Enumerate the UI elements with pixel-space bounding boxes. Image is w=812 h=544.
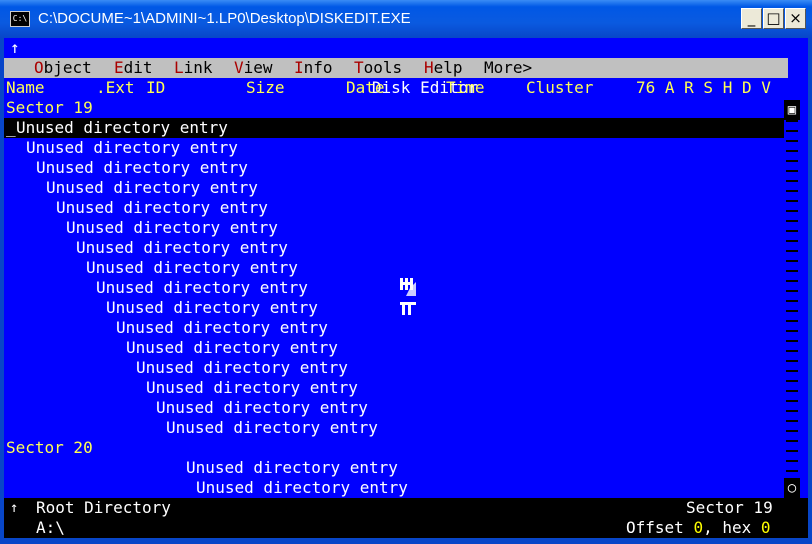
directory-entry-label: Unused directory entry [36, 158, 248, 177]
menu-info-label: nfo [303, 58, 333, 77]
menu-edit-hotkey: E [114, 58, 124, 77]
menu-edit[interactable]: Edit [114, 58, 153, 78]
menu-more[interactable]: More> [484, 58, 532, 78]
maximize-button[interactable]: □ [763, 8, 784, 29]
console-window: C:\ C:\DOCUME~1\ADMINI~1.LP0\Desktop\DIS… [0, 0, 812, 544]
status-offset: Offset 0, hex 0 [626, 518, 771, 538]
app-title-bar: ↑ Disk Editor [4, 38, 788, 97]
directory-entry-label: Unused directory entry [26, 138, 238, 157]
menu-more-label: More> [484, 58, 533, 77]
col-attributes: 76 A R S H D V [636, 78, 771, 97]
menu-link[interactable]: Link [174, 58, 213, 78]
col-ext: .Ext [96, 78, 135, 97]
directory-entry-selected[interactable]: _ Unused directory entry [4, 118, 784, 138]
col-date: Date [346, 78, 385, 97]
menu-bar: Object Edit Link View Info Tools Help Mo… [4, 58, 788, 78]
directory-entry-label: Unused directory entry [136, 358, 348, 377]
window-frame-bottom [0, 538, 812, 544]
minimize-button[interactable]: _ [741, 8, 762, 29]
col-id: ID [146, 78, 166, 97]
col-time: Time [446, 78, 485, 97]
directory-entry-label: Unused directory entry [196, 478, 408, 497]
hex-value: 0 [760, 518, 771, 537]
menu-view[interactable]: View [234, 58, 273, 78]
status-arrow-icon[interactable]: ↑ [10, 498, 18, 518]
menu-help-hotkey: H [424, 58, 434, 77]
menu-help-label: elp [433, 58, 463, 77]
menu-info-hotkey: I [294, 58, 304, 77]
menu-edit-label: dit [123, 58, 153, 77]
scroll-thumb-top[interactable]: ▣ [784, 100, 800, 120]
menu-info[interactable]: Info [294, 58, 333, 78]
window-title: C:\DOCUME~1\ADMINI~1.LP0\Desktop\DISKEDI… [38, 10, 411, 27]
menu-tools[interactable]: Tools [354, 58, 402, 78]
system-menu-icon[interactable]: ↑ [10, 38, 20, 58]
title-bar[interactable]: C:\ C:\DOCUME~1\ADMINI~1.LP0\Desktop\DIS… [0, 0, 812, 38]
menu-tools-hotkey: T [354, 58, 364, 77]
column-header: Name .Ext ID Size Date Time Cluster 76 A… [4, 78, 788, 98]
console-icon[interactable]: C:\ [10, 11, 30, 27]
status-sector: Sector 19 [686, 498, 773, 517]
sector-19-label: Sector 19 [6, 98, 93, 117]
col-size: Size [246, 78, 285, 97]
window-frame-right [808, 38, 812, 544]
scroll-thumb-bottom[interactable]: ○ [784, 478, 800, 498]
directory-entry-label: Unused directory entry [106, 298, 318, 317]
directory-entry-label: Unused directory entry [96, 278, 308, 297]
directory-entry-label: Unused directory entry [166, 418, 378, 437]
status-bar: ↑ Root Directory A:\ Sector 19 Offset 0,… [4, 498, 808, 538]
directory-entry-label: Unused directory entry [16, 118, 228, 137]
offset-value: 0 [693, 518, 704, 537]
offset-label: Offset [626, 518, 694, 537]
menu-view-hotkey: V [234, 58, 244, 77]
menu-help[interactable]: Help [424, 58, 463, 78]
scrollbar-track[interactable] [786, 120, 798, 478]
menu-tools-label: ools [363, 58, 403, 77]
hex-label: , hex [703, 518, 761, 537]
status-path: A:\ [36, 518, 65, 537]
directory-entry-label: Unused directory entry [186, 458, 398, 477]
text-cursor: _ [6, 118, 16, 137]
col-name: Name [6, 78, 45, 97]
menu-view-label: iew [243, 58, 273, 77]
directory-entry-label: Unused directory entry [126, 338, 338, 357]
close-button[interactable]: × [785, 8, 806, 29]
sector-20-label: Sector 20 [6, 438, 93, 457]
directory-entry-label: Unused directory entry [86, 258, 298, 277]
directory-entry-label: Unused directory entry [116, 318, 328, 337]
status-object-name: Root Directory [36, 498, 171, 517]
menu-object[interactable]: Object [34, 58, 92, 78]
directory-entry-label: Unused directory entry [46, 178, 258, 197]
menu-object-label: bject [43, 58, 92, 77]
mouse-cursor-glyph [396, 278, 418, 318]
directory-entry-label: Unused directory entry [76, 238, 288, 257]
directory-entry-label: Unused directory entry [56, 198, 268, 217]
vertical-scrollbar[interactable]: ▣ ○ [784, 100, 800, 498]
directory-entry-label: Unused directory entry [66, 218, 278, 237]
directory-entry-label: Unused directory entry [156, 398, 368, 417]
menu-link-label: ink [183, 58, 213, 77]
menu-link-hotkey: L [174, 58, 184, 77]
directory-entry-label: Unused directory entry [146, 378, 358, 397]
col-cluster: Cluster [526, 78, 594, 97]
menu-object-hotkey: O [34, 58, 44, 77]
console-area[interactable]: ↑ Disk Editor Object Edit Link View Info… [4, 38, 788, 538]
